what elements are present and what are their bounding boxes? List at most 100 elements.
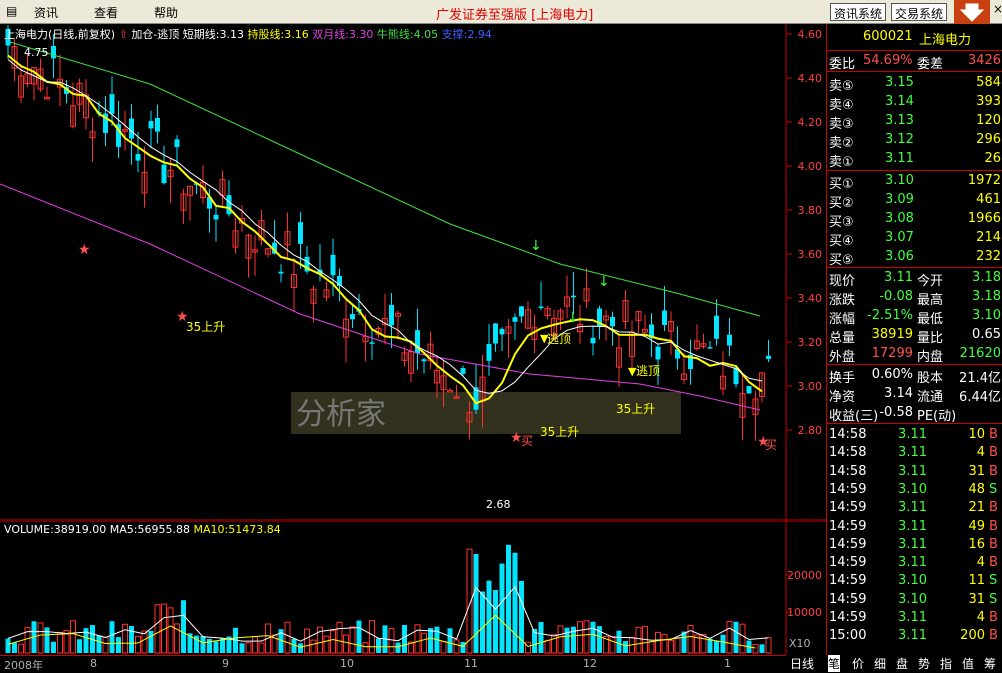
volume-bar [51,641,56,653]
sell-price: 3.14 [885,94,914,109]
tick-price: 3.11 [898,628,927,644]
weicha-label: 委差 [917,57,944,72]
stat-value: -2.51% [867,308,913,323]
stock-period-label: 上海电力(日线,前复权) [4,28,116,41]
candle-body [727,334,732,346]
stat-value: 3.18 [972,289,1001,304]
stock-header: 600021 上海电力 [827,28,1002,48]
tick-side: B [989,518,998,534]
menu-item-view[interactable]: 查看 [94,4,118,21]
panel-tab[interactable]: 势 [918,655,930,672]
volume-bar [512,552,518,653]
volume-bar [298,643,303,653]
candle-body [571,295,576,298]
weibi-value: 54.69% [863,53,913,68]
tick-time: 15:00 [829,628,867,644]
candle-body [148,121,154,129]
volume-bar [200,635,206,653]
candle-body [493,323,498,344]
panel-tab[interactable]: 指 [940,655,952,672]
candle-body [278,271,284,274]
buy-price: 3.07 [885,230,914,245]
volume-bar [564,627,570,653]
trade-system-button[interactable]: 交易系统 [891,3,948,21]
price-tick-label: 4.00 [798,160,823,173]
panel-tab[interactable]: 日线 [790,655,814,672]
tick-time: 14:58 [829,445,867,461]
panel-tab[interactable]: 价 [852,655,864,672]
tick-price: 3.11 [898,555,927,571]
buy-star-icon: ★ [510,430,523,446]
stat-label: 外盘 [829,350,856,365]
stat-label: 最高 [917,293,944,308]
buy-price: 3.06 [885,249,914,264]
info-system-button[interactable]: 资讯系统 [830,3,887,21]
tick-side: B [989,500,998,516]
buy-row: 买③ 3.08 1966 [827,210,1002,230]
stat-value: -0.08 [879,289,913,304]
volume-bar [129,625,134,653]
panel-tab[interactable]: 笔 [828,655,841,672]
tick-side: B [989,610,998,625]
menu-doc-icon[interactable]: ▤ [6,4,17,18]
tick-volume: 11 [968,573,985,589]
candle-body [213,214,219,220]
candle-body [421,359,427,362]
tick-volume: 21 [968,500,985,516]
volume-bar [77,639,82,653]
sell-level-label: 卖④ [829,98,854,113]
fundamental-row: 净资 3.14 流通 6.44亿 [827,385,1002,405]
menu-item-info[interactable]: 资讯 [34,4,58,21]
tick-row: 14:59 3.10 31 S [827,591,1002,609]
buy-row: 买⑤ 3.06 232 [827,248,1002,268]
sell-level-label: 卖③ [829,117,854,132]
volume-chart[interactable]: 20000 10000 X10 [0,521,826,655]
candlestick-chart[interactable]: 分析家 4.60 4.40 4.20 4.00 3.80 3.60 3.40 3.20 3.00… [0,24,826,521]
tick-time: 14:58 [829,463,867,479]
sell-price: 3.11 [885,151,914,166]
tick-row: 14:59 3.11 4 B [827,554,1002,572]
volume-bar [499,563,505,653]
volume-bar [493,590,498,653]
buy-price: 3.09 [885,192,914,207]
tick-time: 14:59 [829,591,867,607]
menu-item-help[interactable]: 帮助 [154,4,178,21]
candle-body [499,328,505,335]
short-line-value: 短期线:3.13 [182,28,244,41]
sell-row: 卖① 3.11 26 [827,150,1002,170]
hold-line-value: 持股线:3.16 [247,28,309,41]
panel-divider [827,170,1002,171]
tick-price: 3.10 [898,573,927,589]
volume-bar [590,621,596,653]
tick-price: 3.10 [898,481,927,497]
quote-panel: 600021 上海电力 委比 54.69% 委差 3426 卖⑤ 3.15 584 卖④ 3.14 3… [826,24,1002,655]
stat-value: 3.10 [972,308,1001,323]
tick-side: S [989,481,998,497]
panel-divider [827,50,1002,51]
tick-volume: 48 [968,481,985,497]
price-tick-label: 2.80 [798,424,823,437]
panel-tab[interactable]: 细 [874,655,886,672]
price-tick-label: 3.80 [798,204,823,217]
panel-tab[interactable]: 值 [962,655,974,672]
panel-tab[interactable]: 盘 [896,655,908,672]
panel-tab[interactable]: 筹 [984,655,996,672]
sell-volume: 584 [976,75,1001,90]
volume-multiplier-label: X10 [789,637,811,650]
download-arrow-icon[interactable] [954,0,990,24]
date-label: 11 [464,657,478,670]
stat-label: 总量 [829,331,856,346]
sell-volume: 120 [976,113,1001,128]
buy-level-label: 买④ [829,234,854,249]
tick-volume: 4 [976,445,985,461]
candle-body [590,337,596,344]
stock-code: 600021 [863,29,913,44]
buy-volume: 461 [976,192,1001,207]
tick-side: B [989,463,998,479]
tick-row: 14:59 3.11 49 B [827,518,1002,536]
weibi-label: 委比 [829,57,856,72]
buy-star-icon: ★ [176,309,189,325]
candle-body [109,94,115,114]
volume-bar [707,638,713,653]
close-icon[interactable]: × [993,2,1002,16]
